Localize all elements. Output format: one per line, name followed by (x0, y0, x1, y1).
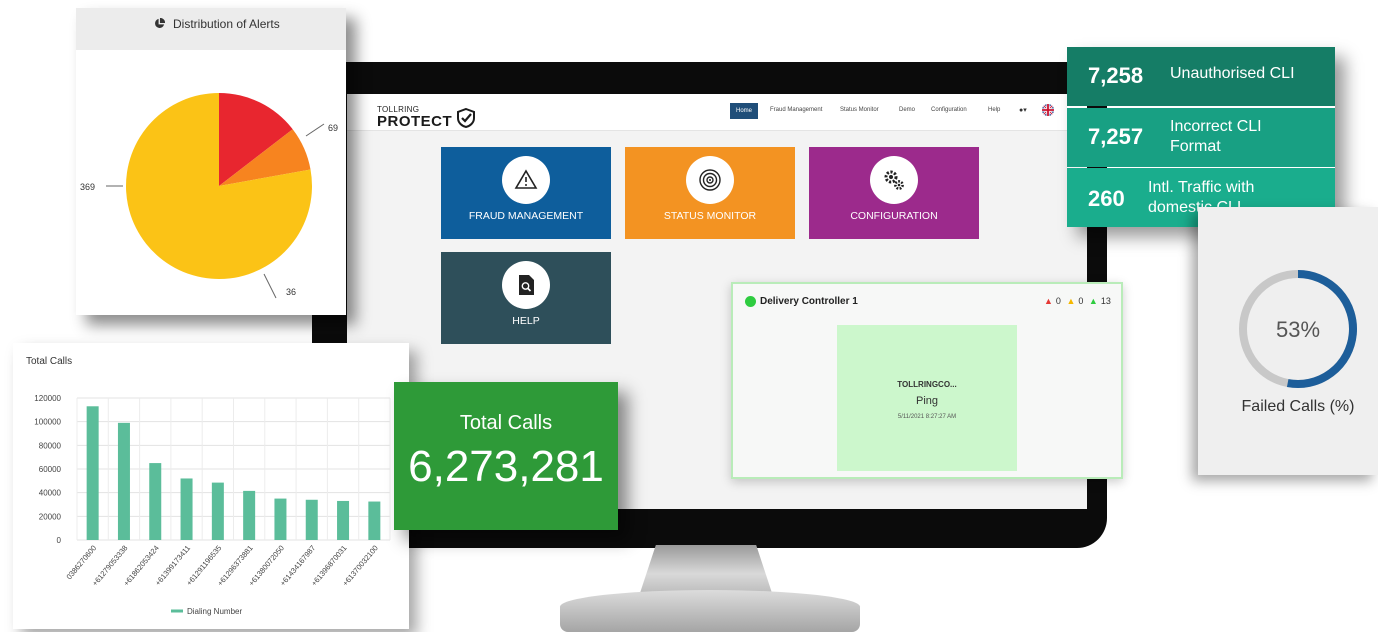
cli-label: Incorrect CLI Format (1170, 118, 1262, 155)
nav-status-monitor[interactable]: Status Monitor (840, 107, 879, 113)
pie-chart-icon (155, 18, 165, 28)
y-tick-label: 120000 (34, 394, 61, 403)
delivery-controller-title: Delivery Controller 1 (760, 296, 858, 307)
stat-label: Total Calls (459, 412, 553, 434)
bar (180, 478, 193, 540)
tile-help[interactable]: HELP (441, 252, 611, 344)
device-timestamp: 5/11/2021 8:27:27 AM (897, 414, 957, 420)
pie-leader-line (263, 273, 277, 299)
cli-row-incorrect-format: 7,257 Incorrect CLI Format (1067, 108, 1335, 167)
cli-label: Unauthorised CLI (1170, 65, 1295, 82)
nav-configuration[interactable]: Configuration (931, 107, 967, 113)
bar (86, 406, 99, 540)
brand-logo-text[interactable]: PROTECT (377, 113, 452, 130)
device-status-card[interactable]: TOLLRINGCO... Ping 5/11/2021 8:27:27 AM (837, 325, 1017, 471)
cli-value: 260 (1088, 186, 1125, 211)
cli-row-unauthorised: 7,258 Unauthorised CLI (1067, 47, 1335, 106)
card-header: Distribution of Alerts (76, 8, 346, 50)
pie-label-red: 69 (328, 123, 339, 133)
bar (305, 499, 318, 540)
tile-label: HELP (512, 315, 540, 327)
monitor-stand (640, 545, 772, 593)
nav-demo[interactable]: Demo (899, 107, 915, 113)
bar (243, 490, 256, 540)
device-status: Ping (915, 395, 939, 407)
monitor-stand-base (560, 590, 860, 632)
x-tick-label: 0386270600 (64, 544, 98, 582)
bar (274, 498, 287, 540)
legend-label: Dialing Number (187, 607, 242, 616)
card-title: Distribution of Alerts (173, 17, 280, 31)
distribution-of-alerts-card: Distribution of Alerts 69 36 369 (76, 8, 346, 315)
tile-icon-circle (870, 156, 918, 204)
app-navbar: TOLLRING PROTECT Home Fraud Management S… (347, 94, 1087, 131)
total-calls-chart-card: Total Calls 0 20000 40000 60000 80000 100000 1… (13, 343, 409, 629)
y-tick-label: 80000 (39, 441, 62, 450)
cli-value: 7,257 (1088, 124, 1144, 149)
alert-count-yellow: 0 (1078, 296, 1084, 306)
failed-calls-card: 53% Failed Calls (%) (1198, 207, 1378, 475)
stat-value: 6,273,281 (408, 442, 604, 491)
y-tick-label: 0 (57, 536, 62, 545)
bar (149, 463, 162, 540)
tile-icon-circle (502, 156, 550, 204)
pie-label-orange: 36 (286, 287, 297, 297)
failed-calls-label: Failed Calls (%) (1241, 398, 1355, 415)
user-icon[interactable]: ●▾ (1019, 106, 1027, 114)
warning-icon (514, 169, 538, 189)
shield-check-icon (457, 108, 475, 128)
gears-icon (884, 170, 904, 190)
uk-flag-icon[interactable] (1042, 104, 1054, 116)
tile-configuration[interactable]: CONFIGURATION (809, 147, 979, 239)
tile-label: CONFIGURATION (850, 210, 938, 222)
nav-fraud-management[interactable]: Fraud Management (770, 107, 822, 113)
total-calls-bar-chart: 0 20000 40000 60000 80000 100000 120000 0386270… (34, 394, 391, 616)
cli-value: 7,258 (1088, 63, 1144, 88)
alert-count-green: 13 (1100, 296, 1111, 306)
failed-calls-value: 53% (1275, 317, 1321, 342)
document-search-icon (519, 275, 534, 295)
cli-stats-stack: 7,258 Unauthorised CLI 7,257 Incorrect C… (1067, 47, 1335, 227)
alert-count-red: 0 (1055, 296, 1061, 306)
tile-icon-circle (686, 156, 734, 204)
device-name: TOLLRINGCO... (897, 380, 957, 389)
bell-green-icon: ▲ (1088, 296, 1098, 306)
bar (211, 482, 224, 540)
bell-red-icon: ▲ (1044, 296, 1053, 306)
target-icon (699, 169, 721, 191)
pie-leader-line (305, 123, 325, 137)
bell-yellow-icon: ▲ (1066, 296, 1076, 306)
y-tick-label: 40000 (39, 489, 62, 498)
status-dot (745, 296, 756, 307)
tile-fraud-management[interactable]: FRAUD MANAGEMENT (441, 147, 611, 239)
bar (368, 501, 381, 540)
pie-label-yellow: 369 (80, 182, 96, 192)
alerts-pie-chart (106, 93, 325, 299)
alert-counts: ▲ 0 ▲ 0 ▲ 13 (1044, 296, 1114, 306)
y-tick-label: 60000 (39, 465, 62, 474)
bar (117, 422, 130, 540)
delivery-controller-panel: Delivery Controller 1 ▲ 0 ▲ 0 ▲ 13 TOLLRING… (731, 282, 1123, 479)
tile-status-monitor[interactable]: STATUS MONITOR (625, 147, 795, 239)
tile-icon-circle (502, 261, 550, 309)
y-tick-label: 20000 (39, 512, 62, 521)
y-tick-label: 100000 (34, 418, 61, 427)
total-calls-stat-card: Total Calls 6,273,281 (394, 382, 618, 530)
nav-home[interactable]: Home (730, 103, 758, 119)
tile-label: FRAUD MANAGEMENT (468, 210, 584, 222)
tile-label: STATUS MONITOR (663, 210, 757, 222)
bar (337, 500, 350, 540)
nav-help[interactable]: Help (988, 107, 1000, 113)
